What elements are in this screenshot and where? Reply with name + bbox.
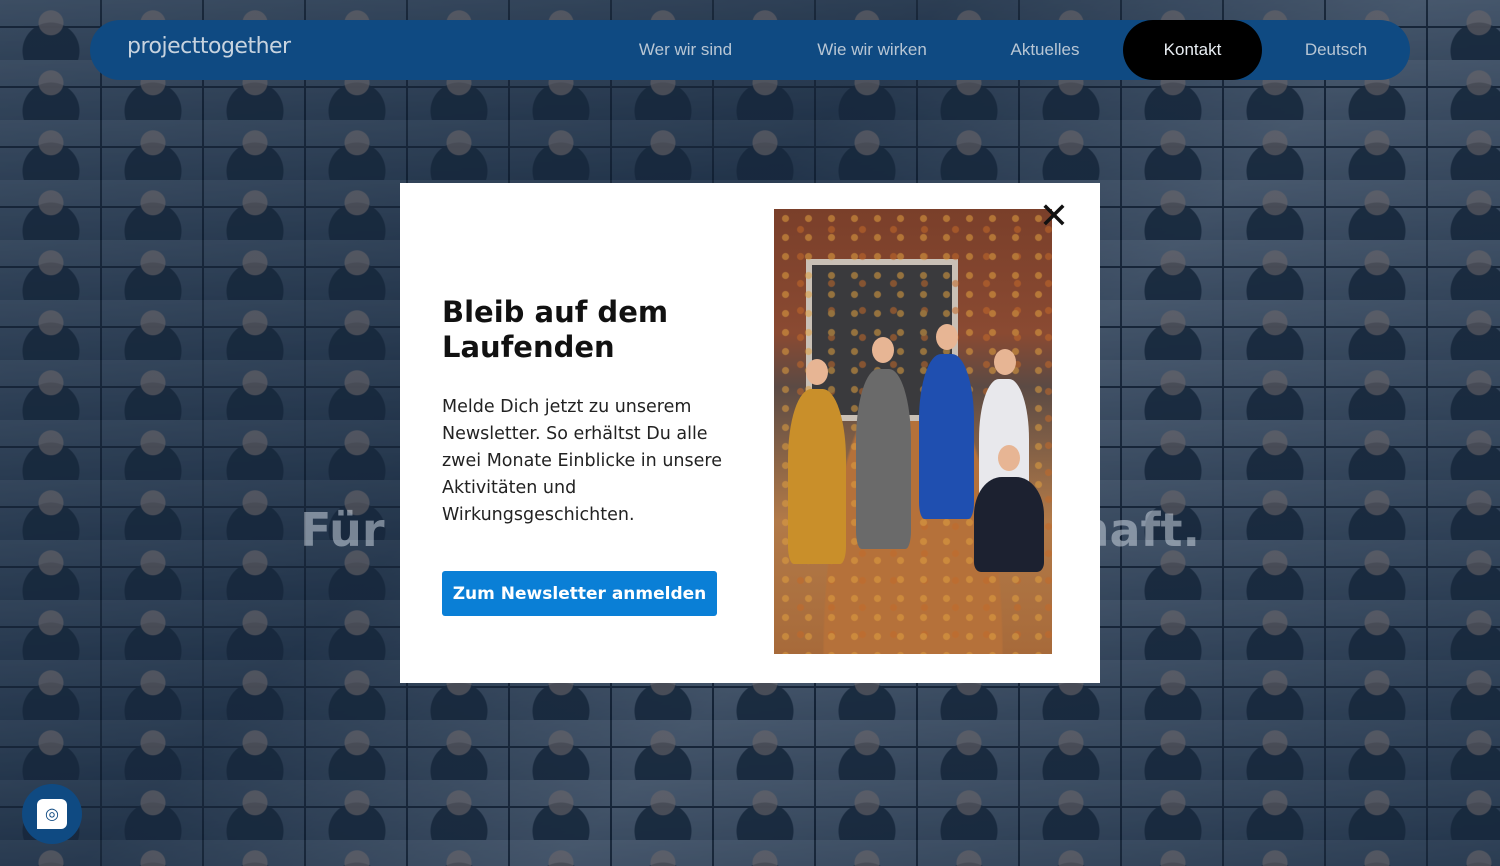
nav-item-wer-wir-sind[interactable]: Wer wir sind xyxy=(618,20,753,80)
photo-person-head xyxy=(872,337,894,363)
photo-person xyxy=(788,389,846,564)
main-navbar: projecttogether Wer wir sind Wie wir wir… xyxy=(90,20,1410,80)
photo-person xyxy=(919,354,974,519)
modal-title: Bleib auf dem Laufenden xyxy=(442,295,669,364)
close-icon[interactable]: ✕ xyxy=(1038,199,1070,235)
team-photo xyxy=(774,209,1052,654)
newsletter-modal: Bleib auf dem Laufenden Melde Dich jetzt… xyxy=(400,183,1100,683)
modal-description: Melde Dich jetzt zu unserem Newsletter. … xyxy=(442,397,722,525)
nav-item-aktuelles[interactable]: Aktuelles xyxy=(995,20,1095,80)
nav-item-kontakt[interactable]: Kontakt xyxy=(1123,20,1262,80)
projecttogether-logo[interactable]: projecttogether xyxy=(127,34,291,59)
photo-person-head xyxy=(936,324,958,350)
photo-person xyxy=(856,369,911,549)
newsletter-signup-button[interactable]: Zum Newsletter anmelden xyxy=(442,571,717,616)
fingerprint-chat-icon: ◎ xyxy=(37,799,67,829)
chat-widget-button[interactable]: ◎ xyxy=(22,784,82,844)
language-selector[interactable]: Deutsch xyxy=(1290,20,1382,80)
photo-person xyxy=(974,477,1044,572)
nav-item-wie-wir-wirken[interactable]: Wie wir wirken xyxy=(802,20,942,80)
hero-heading-left: Für xyxy=(300,503,385,557)
photo-person-head xyxy=(998,445,1020,471)
photo-person-head xyxy=(994,349,1016,375)
photo-person-head xyxy=(806,359,828,385)
